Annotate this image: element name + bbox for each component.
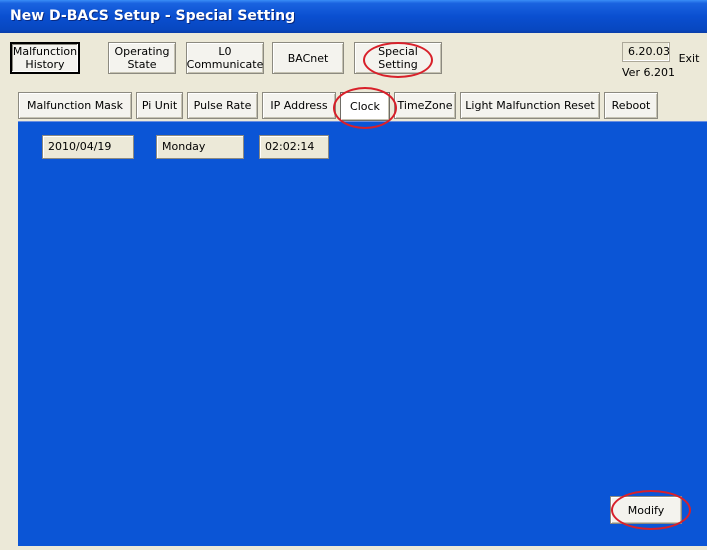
weekday-field[interactable]: Monday: [156, 135, 244, 159]
tab-malfunction-mask[interactable]: Malfunction Mask: [18, 92, 132, 119]
tab-pi-unit[interactable]: Pi Unit: [136, 92, 183, 119]
exit-button[interactable]: Exit: [672, 42, 706, 74]
tab-reboot[interactable]: Reboot: [604, 92, 658, 119]
bottom-border: [0, 546, 707, 550]
title-bar[interactable]: New D-BACS Setup - Special Setting: [0, 0, 707, 33]
modify-button[interactable]: Modify: [610, 496, 682, 524]
bacnet-button[interactable]: BACnet: [272, 42, 344, 74]
lo-communicate-button[interactable]: L0 Communicate: [186, 42, 264, 74]
tab-light-malfunction-reset[interactable]: Light Malfunction Reset: [460, 92, 600, 119]
window-title: New D-BACS Setup - Special Setting: [10, 8, 296, 24]
time-field[interactable]: 02:02:14: [259, 135, 329, 159]
version-label: Ver 6.201: [622, 66, 675, 79]
clock-panel: [18, 121, 707, 546]
tab-timezone[interactable]: TimeZone: [394, 92, 456, 119]
version-box: 6.20.03: [622, 42, 670, 62]
operating-state-button[interactable]: Operating State: [108, 42, 176, 74]
malfunction-history-button[interactable]: Malfunction History: [10, 42, 80, 74]
date-field[interactable]: 2010/04/19: [42, 135, 134, 159]
app-window: New D-BACS Setup - Special Setting Malfu…: [0, 0, 707, 550]
tab-ip-address[interactable]: IP Address: [262, 92, 336, 119]
tab-clock[interactable]: Clock: [340, 92, 390, 121]
tab-pulse-rate[interactable]: Pulse Rate: [187, 92, 258, 119]
special-setting-button[interactable]: Special Setting: [354, 42, 442, 74]
